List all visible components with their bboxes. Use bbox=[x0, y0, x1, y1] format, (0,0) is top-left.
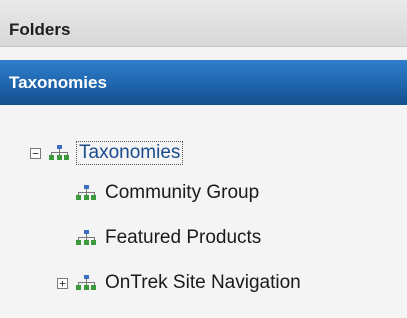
sitemap-icon bbox=[76, 230, 96, 246]
sitemap-icon bbox=[76, 185, 96, 201]
sitemap-icon bbox=[49, 145, 69, 161]
collapse-toggle-icon[interactable]: − bbox=[30, 147, 41, 159]
tree-node-community-group[interactable]: Community Group bbox=[76, 175, 261, 211]
expand-toggle-icon[interactable]: + bbox=[57, 277, 68, 289]
tree-node-featured-products[interactable]: Featured Products bbox=[76, 220, 263, 256]
tree-node-ontrek-site-navigation[interactable]: + OnTrek Site Navigation bbox=[57, 265, 303, 301]
tree-node-label[interactable]: Taxonomies bbox=[76, 141, 184, 165]
taxonomies-header[interactable]: Taxonomies bbox=[0, 60, 407, 105]
sitemap-icon bbox=[76, 275, 96, 291]
folders-header[interactable]: Folders bbox=[0, 0, 407, 47]
tree-node-label[interactable]: OnTrek Site Navigation bbox=[103, 272, 303, 294]
tree-node-label[interactable]: Featured Products bbox=[103, 227, 263, 249]
folders-header-label: Folders bbox=[9, 20, 71, 39]
tree-node-taxonomies[interactable]: − Taxonomies bbox=[30, 135, 184, 171]
taxonomy-panel: Folders Taxonomies − Taxonomies Communit… bbox=[0, 0, 407, 318]
taxonomies-header-label: Taxonomies bbox=[9, 73, 107, 92]
tree-node-label[interactable]: Community Group bbox=[103, 182, 261, 204]
